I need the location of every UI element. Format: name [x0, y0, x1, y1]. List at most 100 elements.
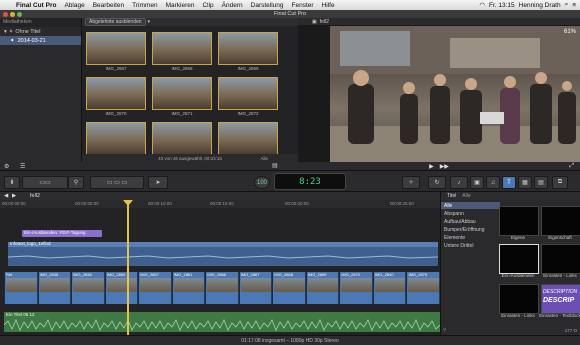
storyline-clip[interactable]: IMG_2861	[171, 272, 205, 304]
browser-clip-thumbnail[interactable]: IMG_2870	[86, 77, 146, 119]
menu-darstellung[interactable]: Darstellung	[247, 2, 288, 9]
user-name[interactable]: Henning Drath	[519, 2, 561, 9]
effects-category[interactable]: Aufbau/Abbau	[441, 218, 500, 225]
window-title-bar: Final Cut Pro	[0, 10, 580, 18]
storyline-clip[interactable]: IMG_2838	[71, 272, 104, 304]
audio-clip[interactable]: Ein Titel 06 12	[4, 312, 440, 332]
list-view-icon[interactable]: ☰	[20, 163, 25, 170]
next-frame-button[interactable]: ▶▶	[440, 163, 449, 170]
magic-wand-icon[interactable]: ✧	[402, 176, 420, 189]
back-arrow-icon[interactable]: ◀	[4, 193, 8, 199]
close-window-button[interactable]	[3, 11, 8, 17]
storyline-clip[interactable]: IMG_2850	[104, 272, 138, 304]
storyline-clip-label: IMG_2867	[240, 272, 260, 277]
storyline-clip-frame	[6, 278, 37, 292]
play-button[interactable]: ▶	[429, 163, 434, 170]
menu-fenster[interactable]: Fenster	[288, 2, 318, 9]
primary-storyline[interactable]: Ref IMG_2835 IMG_2838 IMG_2850 IMG_2857 IMG_2…	[4, 272, 440, 304]
timeline-project-name: fell2	[30, 193, 41, 199]
storyline-clip[interactable]: IMG_2867	[238, 272, 272, 304]
zoom-window-button[interactable]	[17, 11, 22, 17]
storyline-clip[interactable]: IMG_2840	[372, 272, 406, 304]
timecode-display[interactable]: 8:23	[274, 173, 346, 190]
storyline-clip[interactable]: Ref	[4, 272, 37, 304]
ruler-tick: 00:00:00:00	[2, 201, 26, 206]
keyword-button[interactable]: ▭▭	[22, 176, 68, 189]
fullscreen-icon[interactable]: ⤢	[569, 163, 574, 170]
menu-bearbeiten[interactable]: Bearbeiten	[89, 2, 128, 9]
menu-final-cut-pro[interactable]: Final Cut Pro	[12, 2, 60, 9]
notification-icon[interactable]: ≡	[572, 2, 576, 9]
effect-label: Eigene	[510, 235, 525, 240]
effect-thumbnail[interactable]	[499, 284, 539, 314]
themes-icon[interactable]: ▤	[534, 176, 548, 189]
storyline-clip[interactable]: IMG_2866	[205, 272, 238, 304]
connected-clip[interactable]: Infotext_logo_1eflnd	[8, 241, 438, 266]
edit-buttons[interactable]: ▭ ▭ ▭	[90, 176, 144, 189]
effects-search-icon[interactable]: ⚲	[443, 327, 446, 333]
library-item-parent[interactable]: ▾ ✦ Ohne Titel	[0, 27, 81, 36]
menu-trimmen[interactable]: Trimmen	[128, 2, 161, 9]
browser-footer-filter[interactable]: Alle	[260, 156, 268, 161]
effects-tab-titles[interactable]: Titel	[447, 193, 456, 199]
filmstrip-view-icon[interactable]: ▤	[272, 162, 278, 169]
effect-thumbnail[interactable]	[499, 206, 539, 236]
browser-clip-thumbnail[interactable]: IMG_2867	[86, 32, 146, 74]
chevron-down-icon[interactable]: ▾	[148, 19, 151, 25]
viewer-zoom[interactable]: 61%	[564, 29, 576, 35]
timeline-ruler[interactable]: 00:00:00:00 00:00:05:00 00:00:10:00 00:0…	[0, 200, 440, 208]
menu-ablage[interactable]: Ablage	[60, 2, 88, 9]
select-tool-button[interactable]: ➤	[148, 176, 168, 189]
clip-filter-dropdown[interactable]: Abgelehnte ausblenden	[85, 18, 146, 26]
effects-tab-all[interactable]: Alle	[462, 193, 470, 199]
browser-clip-thumbnail[interactable]: IMG_2868	[152, 32, 212, 74]
menu-aendern[interactable]: Ändern	[218, 2, 247, 9]
retime-icon[interactable]: ↻	[428, 176, 446, 189]
spotlight-icon[interactable]: ⌕	[565, 1, 569, 9]
storyline-clip[interactable]: IMG_2868	[272, 272, 305, 304]
menu-hilfe[interactable]: Hilfe	[318, 2, 339, 9]
storyline-clip[interactable]: IMG_2835	[37, 272, 71, 304]
storyline-clip[interactable]: IMG_2857	[138, 272, 171, 304]
effects-category[interactable]: Untere Drittel	[441, 242, 500, 249]
effect-thumbnail[interactable]	[499, 244, 539, 274]
effect-thumbnail[interactable]	[541, 244, 580, 274]
forward-arrow-icon[interactable]: ▶	[12, 193, 16, 199]
photo-icon[interactable]: ▣	[470, 176, 484, 189]
audio-icon[interactable]: ♪	[450, 176, 468, 189]
video-frame[interactable]: 61%	[330, 26, 580, 164]
transitions-icon[interactable]: ⧉	[552, 176, 568, 189]
browser-clip-thumbnail[interactable]: IMG_2872	[218, 77, 278, 119]
effect-thumbnail[interactable]	[541, 206, 580, 236]
music-icon[interactable]: ♫	[486, 176, 500, 189]
menu-markieren[interactable]: Markieren	[162, 2, 199, 9]
storyline-clip[interactable]: IMG_2870	[339, 272, 372, 304]
library-item-event[interactable]: ✦ 2014-03-21	[0, 36, 81, 45]
menu-clip[interactable]: Clip	[198, 2, 217, 9]
effect-thumbnail[interactable]: DESCRIPTION DESCRIP	[541, 284, 580, 314]
minimize-window-button[interactable]	[10, 11, 15, 17]
playhead[interactable]	[127, 200, 129, 335]
storyline-clip[interactable]: IMG_2869	[305, 272, 339, 304]
storyline-clip-frame	[140, 278, 171, 292]
clock[interactable]: Fr. 13:15	[489, 2, 515, 9]
import-button[interactable]: ⬇	[4, 176, 20, 189]
storyline-clip-label: IMG_2850	[106, 272, 126, 277]
effects-category[interactable]: Alle	[441, 202, 500, 209]
effects-category[interactable]: Elemente	[441, 234, 500, 241]
wifi-icon[interactable]: ◠	[479, 1, 485, 9]
effects-category[interactable]: Bumper/Eröffnung	[441, 226, 500, 233]
storyline-clip-label: IMG_2861	[173, 272, 193, 277]
gear-icon[interactable]: ⚙	[4, 163, 9, 170]
percent-indicator[interactable]: 100	[254, 176, 270, 189]
browser-clip-thumbnail[interactable]: IMG_2869	[218, 32, 278, 74]
disclosure-triangle-icon[interactable]: ▾	[4, 29, 7, 35]
storyline-clip[interactable]: IMG_2875	[406, 272, 439, 304]
browser-clip-thumbnail[interactable]: IMG_2871	[152, 77, 212, 119]
generators-icon[interactable]: ▦	[518, 176, 532, 189]
storyline-clip-frame	[341, 278, 372, 292]
title-clip[interactable]: Ein-/Ausblenden: FEIF-Tagung	[22, 230, 102, 237]
search-icon[interactable]: ⚲	[68, 176, 84, 189]
effects-category[interactable]: Abspann	[441, 210, 500, 217]
titles-icon[interactable]: T	[502, 176, 516, 189]
